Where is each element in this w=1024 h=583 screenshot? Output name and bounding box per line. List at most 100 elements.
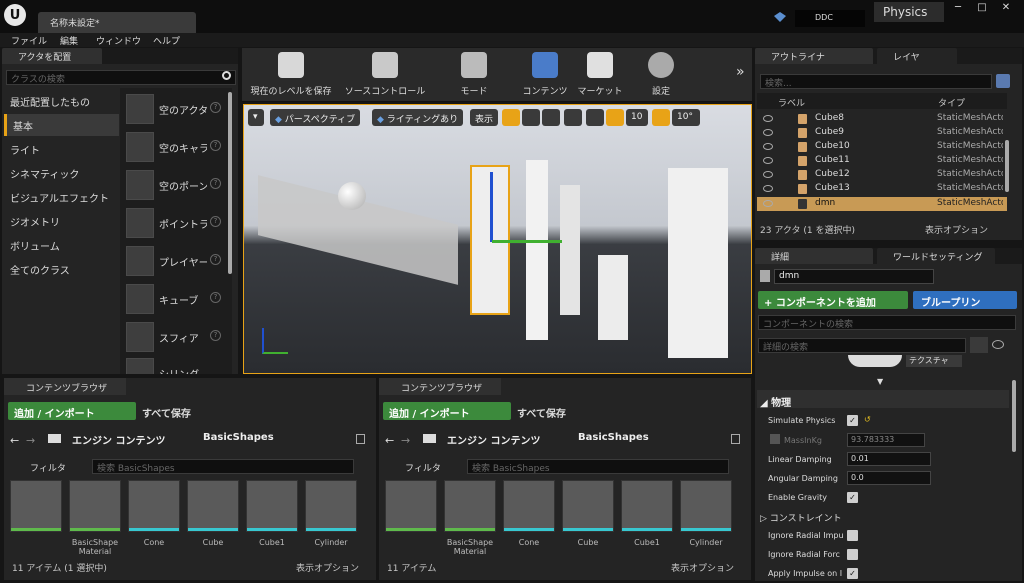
nav-forward-icon[interactable]: → (26, 434, 35, 447)
ignore-radial-force-checkbox[interactable] (847, 549, 858, 560)
texture-button[interactable]: テクスチャ (906, 355, 962, 367)
scale-icon[interactable] (542, 109, 560, 126)
blueprint-button[interactable]: ブループリン (913, 291, 1017, 309)
category-recent[interactable]: 最近配置したもの (4, 90, 119, 112)
world-local-icon[interactable] (564, 109, 582, 126)
nav-back-icon[interactable]: ← (10, 434, 19, 447)
save-level-button[interactable]: 現在のレベルを保存 (246, 52, 336, 100)
grid-snap-icon[interactable] (606, 109, 624, 126)
eye-icon[interactable] (763, 185, 773, 192)
help-icon[interactable]: ? (210, 330, 221, 341)
menu-file[interactable]: ファイル (11, 34, 47, 47)
breadcrumb-engine-content[interactable]: エンジン コンテンツ (72, 432, 165, 447)
asset-tile-cylinder[interactable] (305, 480, 357, 532)
category-basic[interactable]: 基本 (4, 114, 119, 136)
category-lights[interactable]: ライト (4, 138, 119, 160)
actor-list-scrollbar[interactable] (228, 92, 232, 274)
filter-button[interactable]: フィルタ (405, 461, 441, 474)
expand-arrow-icon[interactable]: ▼ (877, 377, 883, 386)
mass-override-checkbox[interactable] (770, 434, 780, 444)
world-settings-tab[interactable]: ワールドセッティング (877, 248, 995, 264)
content-button[interactable]: コンテンツ (516, 52, 574, 100)
asset-tile-sphere[interactable] (385, 480, 437, 532)
details-search-input[interactable]: 詳細の検索 (758, 338, 966, 353)
pillar-mesh[interactable] (560, 185, 580, 315)
minimize-button[interactable]: ─ (948, 2, 968, 18)
add-import-button[interactable]: 追加 / インポート (8, 402, 136, 420)
actor-name-field[interactable]: dmn (774, 269, 934, 284)
outliner-options-icon[interactable] (996, 74, 1010, 88)
save-all-button[interactable]: すべて保存 (517, 405, 566, 420)
asset-tile-cone[interactable] (128, 480, 180, 532)
save-all-button[interactable]: すべて保存 (142, 405, 191, 420)
help-icon[interactable]: ? (210, 140, 221, 151)
settings-button[interactable]: 設定 (636, 52, 686, 100)
filter-button[interactable]: フィルタ (30, 461, 66, 474)
sphere-mesh[interactable] (338, 182, 366, 210)
reset-arrow-icon[interactable]: ↺ (864, 415, 871, 424)
add-component-button[interactable]: + コンポーネントを追加 (758, 291, 908, 309)
details-tab[interactable]: 詳細 (755, 248, 873, 264)
outliner-tab[interactable]: アウトライナ (755, 48, 873, 64)
add-import-button[interactable]: 追加 / インポート (383, 402, 511, 420)
outliner-row[interactable]: Cube8 StaticMeshActor (757, 112, 1007, 126)
category-visual-effects[interactable]: ビジュアルエフェクト (4, 186, 119, 208)
eye-icon[interactable] (763, 157, 773, 164)
actor-player-start[interactable]: プレイヤー? (124, 244, 228, 280)
show-button[interactable]: 表示 (470, 109, 499, 126)
breadcrumb-basicshapes[interactable]: BasicShapes (578, 432, 649, 443)
eye-icon[interactable] (763, 143, 773, 150)
eye-icon[interactable] (763, 171, 773, 178)
maximize-button[interactable]: □ (972, 2, 992, 18)
content-browser-2-tab[interactable]: コンテンツブラウザ (379, 378, 501, 395)
outliner-search-input[interactable]: 検索... (760, 74, 992, 89)
menu-window[interactable]: ウィンドウ (96, 34, 141, 47)
viewport-menu-button[interactable]: ▾ (248, 109, 264, 126)
label-column-header[interactable]: ラベル (778, 96, 805, 109)
physics-section-header[interactable] (757, 390, 1009, 408)
asset-tile-cylinder[interactable] (680, 480, 732, 532)
nav-forward-icon[interactable]: → (401, 434, 410, 447)
asset-tile-material[interactable] (444, 480, 496, 532)
place-actors-tab[interactable]: アクタを配置 (2, 48, 102, 64)
layers-tab[interactable]: レイヤ (877, 48, 957, 64)
category-all-classes[interactable]: 全てのクラス (4, 258, 119, 280)
gizmo-z-axis[interactable] (490, 172, 493, 242)
perspective-button[interactable]: ◆ パースペクティブ (270, 109, 361, 126)
simulate-physics-checkbox[interactable]: ✓ (847, 415, 858, 426)
outliner-row[interactable]: Cube12 StaticMeshActor (757, 168, 1007, 182)
asset-search-input[interactable]: 検索 BasicShapes (467, 459, 729, 474)
eye-icon[interactable] (763, 115, 773, 122)
asset-tile-sphere[interactable] (10, 480, 62, 532)
property-matrix-icon[interactable] (970, 337, 988, 353)
asset-tile-cube1[interactable] (246, 480, 298, 532)
actor-point-light[interactable]: ポイントラ? (124, 206, 228, 242)
toolbar-expand-icon[interactable]: » (736, 64, 745, 80)
outliner-row[interactable]: Cube13 StaticMeshActor (757, 182, 1007, 196)
eye-icon[interactable] (763, 200, 773, 207)
breadcrumb-engine-content[interactable]: エンジン コンテンツ (447, 432, 540, 447)
mass-field[interactable]: 93.783333 (847, 433, 925, 447)
lock-icon[interactable] (731, 434, 740, 444)
details-scrollbar[interactable] (1012, 380, 1016, 452)
surface-snap-icon[interactable] (586, 109, 604, 126)
actor-sphere[interactable]: スフィア? (124, 320, 228, 356)
eye-icon[interactable] (763, 129, 773, 136)
asset-search-input[interactable]: 検索 BasicShapes (92, 459, 354, 474)
ignore-radial-impulse-checkbox[interactable] (847, 530, 858, 541)
category-volumes[interactable]: ボリューム (4, 234, 119, 256)
help-icon[interactable]: ? (210, 216, 221, 227)
modes-button[interactable]: モード (448, 52, 500, 100)
rotation-snap-icon[interactable] (652, 109, 670, 126)
outliner-row[interactable]: Cube11 StaticMeshActor (757, 154, 1007, 168)
outliner-row[interactable]: Cube9 StaticMeshActor (757, 126, 1007, 140)
outliner-row-selected[interactable]: dmn StaticMeshActor (757, 197, 1007, 211)
gizmo-y-axis[interactable] (492, 240, 562, 243)
help-icon[interactable]: ? (210, 178, 221, 189)
category-cinematic[interactable]: シネマティック (4, 162, 119, 184)
close-button[interactable]: ✕ (996, 2, 1016, 18)
asset-tile-cube[interactable] (562, 480, 614, 532)
outliner-row[interactable]: Cube10 StaticMeshActor (757, 140, 1007, 154)
source-control-button[interactable]: ソースコントロール (340, 52, 430, 100)
apply-impulse-checkbox[interactable]: ✓ (847, 568, 858, 579)
